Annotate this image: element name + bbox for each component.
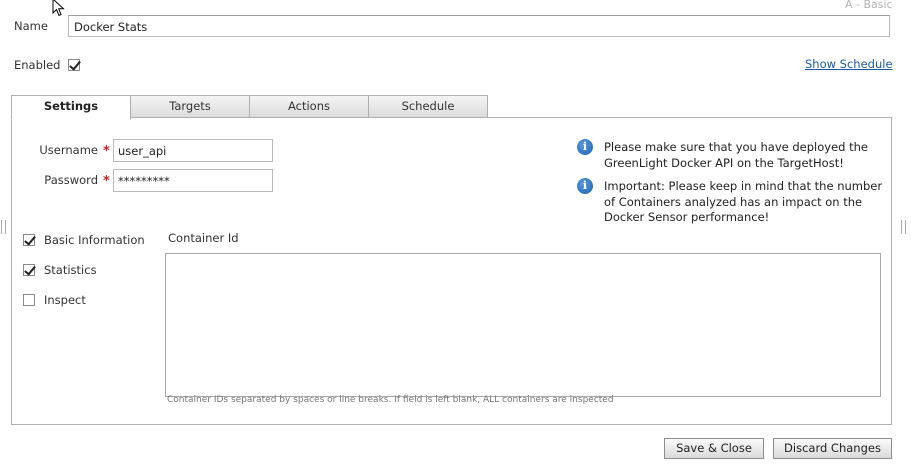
deploy-api-note: Please make sure that you have deployed … xyxy=(604,140,868,170)
mode-label: A - Basic xyxy=(845,0,893,11)
statistics-checkbox[interactable] xyxy=(23,264,35,276)
right-resize-grip[interactable] xyxy=(901,220,906,234)
basic-information-label: Basic Information xyxy=(44,233,145,247)
inspect-checkbox[interactable] xyxy=(23,294,35,306)
username-input[interactable]: user_api xyxy=(113,139,273,162)
basic-information-checkbox[interactable] xyxy=(23,234,35,246)
left-resize-grip[interactable] xyxy=(1,220,6,234)
container-id-hint: Container IDs separated by spaces or lin… xyxy=(167,395,614,405)
username-label: Username xyxy=(39,143,98,157)
enabled-checkbox[interactable] xyxy=(68,59,80,71)
info-icon: i xyxy=(577,178,593,194)
info-icon: i xyxy=(577,139,593,155)
tab-actions[interactable]: Actions xyxy=(249,95,369,118)
mouse-cursor-icon xyxy=(52,0,65,17)
name-label: Name xyxy=(14,19,48,33)
statistics-label: Statistics xyxy=(44,263,97,277)
container-id-textarea[interactable] xyxy=(165,253,881,397)
container-id-label: Container Id xyxy=(168,231,239,245)
name-input[interactable]: Docker Stats xyxy=(68,15,890,37)
enabled-label: Enabled xyxy=(14,58,61,72)
save-close-button[interactable]: Save & Close xyxy=(664,438,764,459)
password-required-mark: * xyxy=(103,174,110,189)
tab-settings[interactable]: Settings xyxy=(11,95,131,120)
inspect-label: Inspect xyxy=(44,293,86,307)
tab-targets[interactable]: Targets xyxy=(130,95,250,118)
tab-schedule[interactable]: Schedule xyxy=(368,95,488,118)
performance-note: Important: Please keep in mind that the … xyxy=(604,179,883,224)
username-required-mark: * xyxy=(103,144,110,159)
password-input[interactable]: ********* xyxy=(113,169,273,192)
discard-changes-button[interactable]: Discard Changes xyxy=(773,438,892,459)
password-label: Password xyxy=(44,173,98,187)
show-schedule-link[interactable]: Show Schedule xyxy=(805,57,893,71)
